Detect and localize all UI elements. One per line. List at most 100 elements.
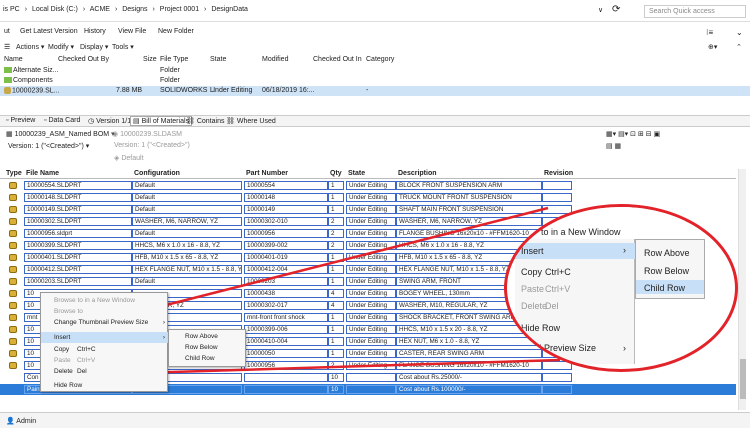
- column-header[interactable]: Description: [398, 170, 437, 177]
- table-cell-part[interactable]: 10000956: [244, 361, 328, 370]
- table-cell-config[interactable]: HEX FLANGE NUT, M10 x 1.5 - 8.8, YZ: [132, 265, 242, 274]
- table-cell-qty[interactable]: 4: [328, 301, 344, 310]
- column-header[interactable]: Modified: [262, 56, 288, 63]
- zoom-icon[interactable]: ⊕▾: [708, 43, 717, 51]
- scroll-thumb[interactable]: [740, 359, 746, 399]
- version-selector[interactable]: Version: 1 ("<Created>") ▾: [8, 142, 89, 150]
- table-cell-rev[interactable]: [542, 373, 572, 382]
- menu-item-hide-row[interactable]: Hide Row: [41, 380, 169, 391]
- table-cell-config[interactable]: WASHER, M6, NARROW, YZ: [132, 217, 242, 226]
- column-header[interactable]: Name: [4, 56, 23, 63]
- menu-item-paste[interactable]: Paste Ctrl+V: [41, 355, 169, 366]
- table-cell-state[interactable]: Under Editing: [346, 361, 396, 370]
- tab-contains[interactable]: ⛓ Contains: [186, 117, 224, 125]
- history-button[interactable]: History: [84, 28, 106, 35]
- table-cell-state[interactable]: Under Editing: [346, 229, 396, 238]
- table-cell-config[interactable]: HFB, M10 x 1.5 x 65 - 8.8, YZ: [132, 253, 242, 262]
- table-cell-desc[interactable]: BLOCK FRONT SUSPENSION ARM: [396, 181, 542, 190]
- column-header[interactable]: State: [348, 170, 365, 177]
- table-cell-file[interactable]: 10000149.SLDPRT: [24, 205, 132, 214]
- tab-data-card[interactable]: ▫ Data Card: [44, 117, 80, 124]
- column-header[interactable]: Qty: [330, 170, 342, 177]
- table-cell-qty[interactable]: 2: [328, 229, 344, 238]
- table-cell-part[interactable]: [244, 385, 328, 394]
- table-cell-part[interactable]: 10000554: [244, 181, 328, 190]
- get-latest-version-button[interactable]: Get Latest Version: [20, 28, 78, 35]
- chevron-down-icon[interactable]: ⌄: [736, 28, 743, 37]
- table-cell-config[interactable]: Default: [132, 193, 242, 202]
- menu-item-child-row[interactable]: Child Row: [169, 353, 247, 364]
- column-header[interactable]: Checked Out By: [58, 56, 109, 63]
- column-header[interactable]: Revision: [544, 170, 573, 177]
- bom-export-icon[interactable]: ▤ ▦: [606, 142, 621, 150]
- table-cell-qty[interactable]: 1: [328, 265, 344, 274]
- column-header[interactable]: Part Number: [246, 170, 288, 177]
- tools-menu[interactable]: Tools ▾: [112, 43, 134, 51]
- table-cell-file[interactable]: 10000203.SLDPRT: [24, 277, 132, 286]
- callout-child-row[interactable]: Child Row: [644, 283, 685, 293]
- column-header[interactable]: File Type: [160, 56, 188, 63]
- table-cell-part[interactable]: 10000203: [244, 277, 328, 286]
- table-cell-state[interactable]: Under Editing: [346, 313, 396, 322]
- table-cell-config[interactable]: Default: [132, 229, 242, 238]
- table-cell-part[interactable]: 10000438: [244, 289, 328, 298]
- callout-menu-copy[interactable]: Copy: [521, 267, 542, 277]
- table-cell-state[interactable]: Under Editing: [346, 181, 396, 190]
- table-cell-part[interactable]: 10000050: [244, 349, 328, 358]
- table-cell-part[interactable]: 10000956: [244, 229, 328, 238]
- tab-where-used[interactable]: ⛓ Where Used: [226, 117, 276, 125]
- bom-selector[interactable]: ▦ 10000239_ASM_Named BOM ▾: [6, 130, 115, 138]
- list-item[interactable]: 10000239.SL... 7.88 MB SOLIDWORKS ... Un…: [0, 86, 750, 96]
- search-input[interactable]: Search Quick access: [644, 5, 746, 18]
- table-row[interactable]: 10000148.SLDPRT Default 10000148 1 Under Edi…: [0, 192, 736, 203]
- table-cell-qty[interactable]: 2: [328, 217, 344, 226]
- menu-item-thumbnail-size[interactable]: Change Thumbnail Preview Size ›: [41, 317, 169, 328]
- callout-menu-hide-row[interactable]: Hide Row: [521, 323, 560, 333]
- table-cell-state[interactable]: Under Editing: [346, 253, 396, 262]
- table-cell-qty[interactable]: 2: [328, 361, 344, 370]
- bom-tools-icon[interactable]: ▦▾ ▤▾ ⊡ ⊞ ⊟ ▣: [606, 130, 660, 138]
- column-header[interactable]: Type: [6, 170, 22, 177]
- column-header[interactable]: File Name: [26, 170, 59, 177]
- crumb[interactable]: Designs: [122, 6, 147, 13]
- vertical-scrollbar[interactable]: [738, 169, 746, 410]
- table-cell-qty[interactable]: 2: [328, 241, 344, 250]
- table-cell-qty[interactable]: 1: [328, 193, 344, 202]
- list-item[interactable]: Components Folder: [0, 76, 750, 86]
- crumb[interactable]: ACME: [90, 6, 110, 13]
- menu-item[interactable]: ut: [4, 28, 10, 35]
- column-header[interactable]: State: [210, 56, 226, 63]
- table-cell-qty[interactable]: 1: [328, 325, 344, 334]
- table-cell-desc[interactable]: TRUCK MOUNT FRONT SUSPENSION: [396, 193, 542, 202]
- menu-item-browse-to[interactable]: Browse to: [41, 306, 169, 317]
- table-cell-qty[interactable]: 1: [328, 277, 344, 286]
- table-cell-file[interactable]: 10000412.SLDPRT: [24, 265, 132, 274]
- properties-icon[interactable]: ⁝≡: [706, 28, 713, 37]
- table-cell-part[interactable]: 10000399-006: [244, 325, 328, 334]
- menu-item-insert[interactable]: Insert ›: [41, 332, 169, 343]
- table-cell-qty[interactable]: 1: [328, 181, 344, 190]
- table-cell-part[interactable]: 10000302-017: [244, 301, 328, 310]
- table-cell-file[interactable]: 10000148.SLDPRT: [24, 193, 132, 202]
- table-cell-state[interactable]: Under Editing: [346, 349, 396, 358]
- table-cell-config[interactable]: Default: [132, 205, 242, 214]
- callout-row-below[interactable]: Row Below: [644, 266, 689, 276]
- table-cell-part[interactable]: mnt-front front shock: [244, 313, 328, 322]
- column-header[interactable]: Configuration: [134, 170, 180, 177]
- table-cell-rev[interactable]: [542, 385, 572, 394]
- table-cell-state[interactable]: Under Editing: [346, 193, 396, 202]
- view-file-button[interactable]: View File: [118, 28, 146, 35]
- table-cell-state[interactable]: Under Editing: [346, 337, 396, 346]
- callout-menu-delete[interactable]: Delete: [521, 301, 547, 311]
- collapse-icon[interactable]: ⌃: [736, 43, 742, 51]
- table-cell-qty[interactable]: 1: [328, 205, 344, 214]
- table-cell-config[interactable]: Default: [132, 181, 242, 190]
- table-cell-qty[interactable]: 4: [328, 289, 344, 298]
- chevron-down-icon[interactable]: ∨: [598, 6, 603, 14]
- crumb[interactable]: Local Disk (C:): [32, 6, 78, 13]
- table-cell-part[interactable]: 10000412-004: [244, 265, 328, 274]
- table-cell-part[interactable]: 10000148: [244, 193, 328, 202]
- table-cell-qty[interactable]: 1: [328, 337, 344, 346]
- table-cell-file[interactable]: 10000399.SLDPRT: [24, 241, 132, 250]
- list-item[interactable]: Alternate Siz... Folder: [0, 66, 750, 76]
